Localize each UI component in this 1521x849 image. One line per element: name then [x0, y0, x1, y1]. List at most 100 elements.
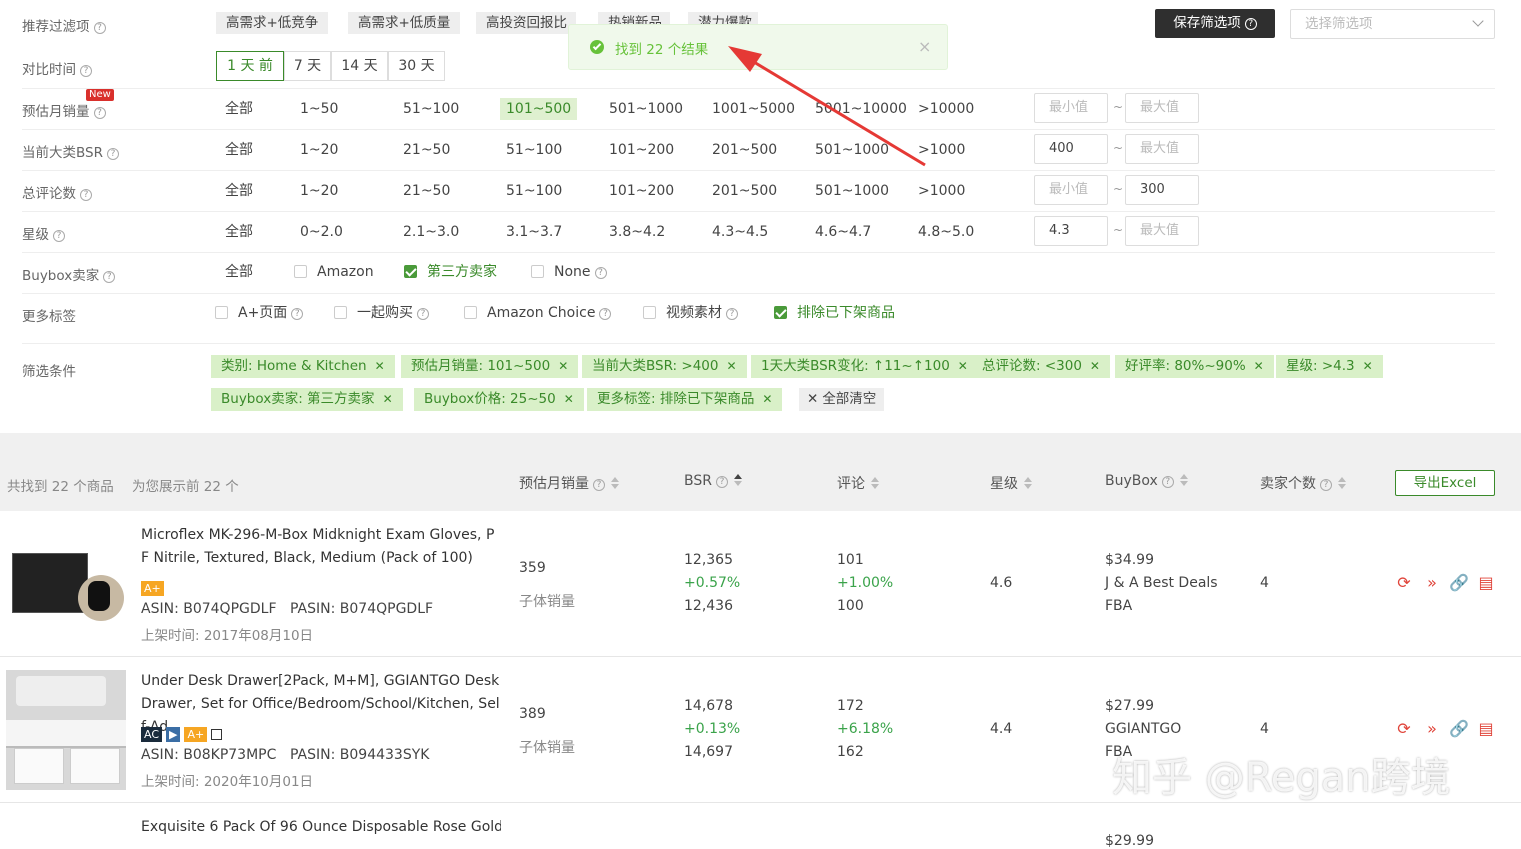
bsr-max-input[interactable]: 最大值 [1125, 134, 1199, 164]
compare-1-day[interactable]: 1 天 前 [216, 51, 284, 81]
bsr-option[interactable]: 1~20 [300, 139, 338, 161]
compare-30-days[interactable]: 30 天 [388, 51, 445, 81]
double-chevron-right-icon[interactable]: » [1423, 574, 1441, 592]
tag-amazon-choice-checkbox[interactable]: Amazon Choice? [464, 302, 612, 324]
sort-icon[interactable] [1179, 474, 1188, 486]
compare-7-days[interactable]: 7 天 [284, 51, 331, 81]
asin[interactable]: ASIN: B074QPGDLF [141, 601, 277, 617]
buybox-column-header[interactable]: BuyBox? [1105, 473, 1188, 489]
tag-video-checkbox[interactable]: 视频素材? [643, 302, 738, 324]
bsr-option-all[interactable]: 全部 [225, 139, 253, 161]
rating-option[interactable]: 4.3~4.5 [712, 221, 768, 243]
reviews-option-all[interactable]: 全部 [225, 180, 253, 202]
pasin[interactable]: PASIN: B074QPGDLF [290, 601, 433, 617]
condition-tag[interactable]: 1天大类BSR变化: ↑11~↑100 ✕ [751, 355, 978, 378]
rating-option[interactable]: 3.1~3.7 [506, 221, 562, 243]
table-row[interactable]: Exquisite 6 Pack Of 96 Ounce Disposable … [0, 803, 1521, 849]
sort-icon[interactable] [733, 474, 742, 486]
sales-option-all[interactable]: 全部 [225, 98, 253, 120]
condition-tag[interactable]: 好评率: 80%~90% ✕ [1115, 355, 1274, 378]
refresh-icon[interactable]: ⟳ [1395, 720, 1413, 738]
report-icon[interactable]: ▤ [1477, 720, 1495, 738]
close-icon[interactable]: ✕ [726, 359, 736, 373]
asin[interactable]: ASIN: B08KP73MPC [141, 747, 276, 763]
refresh-icon[interactable]: ⟳ [1395, 574, 1413, 592]
sales-min-input[interactable]: 最小值 [1034, 93, 1108, 123]
save-filter-button[interactable]: 保存筛选项? [1155, 9, 1275, 38]
double-chevron-right-icon[interactable]: » [1423, 720, 1441, 738]
reviews-option[interactable]: 51~100 [506, 180, 562, 202]
preset-high-demand-low-competition[interactable]: 高需求+低竞争 [216, 12, 329, 34]
close-icon[interactable]: ✕ [762, 392, 772, 406]
table-row[interactable]: Microflex MK-296-M-Box Midknight Exam Gl… [0, 511, 1521, 657]
buybox-seller[interactable]: J & A Best Deals [1105, 575, 1218, 591]
preset-high-roi[interactable]: 高投资回报比 [476, 12, 576, 34]
sales-max-input[interactable]: 最大值 [1125, 93, 1199, 123]
close-icon[interactable]: ✕ [1254, 359, 1264, 373]
sales-option[interactable]: 501~1000 [609, 98, 683, 120]
reviews-max-input[interactable]: 300 [1125, 175, 1199, 205]
link-icon[interactable]: 🔗 [1449, 720, 1469, 738]
export-excel-button[interactable]: 导出Excel [1395, 470, 1495, 496]
buybox-third-party-checkbox[interactable]: 第三方卖家 [404, 261, 497, 283]
condition-tag[interactable]: 预估月销量: 101~500 ✕ [401, 355, 579, 378]
child-sales-label[interactable]: 子体销量 [519, 591, 575, 611]
rating-option[interactable]: 3.8~4.2 [609, 221, 665, 243]
rating-max-input[interactable]: 最大值 [1125, 216, 1199, 246]
reviews-option[interactable]: >1000 [918, 180, 965, 202]
tag-bought-together-checkbox[interactable]: 一起购买? [334, 302, 429, 324]
sellers-count[interactable]: 4 [1260, 721, 1269, 737]
close-icon[interactable]: ✕ [958, 359, 968, 373]
close-icon[interactable]: ✕ [564, 392, 574, 406]
condition-tag[interactable]: 类别: Home & Kitchen ✕ [211, 355, 395, 378]
sellers-column-header[interactable]: 卖家个数? [1260, 473, 1346, 493]
rating-option[interactable]: 4.8~5.0 [918, 221, 974, 243]
product-image[interactable] [6, 670, 126, 790]
bsr-option[interactable]: 51~100 [506, 139, 562, 161]
sales-column-header[interactable]: 预估月销量? [519, 473, 619, 493]
close-icon[interactable]: ✕ [1363, 359, 1373, 373]
close-icon[interactable]: ✕ [558, 359, 568, 373]
bsr-option[interactable]: 101~200 [609, 139, 674, 161]
close-icon[interactable]: ✕ [375, 359, 385, 373]
compare-14-days[interactable]: 14 天 [331, 51, 388, 81]
rating-min-input[interactable]: 4.3 [1034, 216, 1108, 246]
bsr-option[interactable]: 21~50 [403, 139, 450, 161]
condition-tag[interactable]: 当前大类BSR: >400 ✕ [582, 355, 747, 378]
sales-option[interactable]: 51~100 [403, 98, 459, 120]
child-sales-label[interactable]: 子体销量 [519, 737, 575, 757]
sort-icon[interactable] [871, 477, 879, 489]
reviews-option[interactable]: 1~20 [300, 180, 338, 202]
sort-icon[interactable] [1024, 477, 1032, 489]
close-icon[interactable]: ✕ [383, 392, 393, 406]
reviews-min-input[interactable]: 最小值 [1034, 175, 1108, 205]
sales-option[interactable]: 1~50 [300, 98, 338, 120]
condition-tag[interactable]: 星级: >4.3 ✕ [1276, 355, 1383, 378]
tag-a-plus-checkbox[interactable]: A+页面? [215, 302, 304, 324]
product-title[interactable]: Exquisite 6 Pack Of 96 Ounce Disposable … [141, 816, 501, 839]
buybox-option-all[interactable]: 全部 [225, 261, 253, 283]
rating-option[interactable]: 4.6~4.7 [815, 221, 871, 243]
close-icon[interactable]: ✕ [1090, 359, 1100, 373]
reviews-option[interactable]: 101~200 [609, 180, 674, 202]
condition-tag[interactable]: 总评论数: <300 ✕ [972, 355, 1110, 378]
sort-icon[interactable] [611, 477, 619, 489]
link-icon[interactable]: 🔗 [1449, 574, 1469, 592]
clear-all-button[interactable]: ✕ 全部清空 [799, 388, 885, 411]
product-title[interactable]: Microflex MK-296-M-Box Midknight Exam Gl… [141, 524, 501, 570]
rating-option[interactable]: 0~2.0 [300, 221, 343, 243]
pasin[interactable]: PASIN: B094433SYK [290, 747, 429, 763]
sort-icon[interactable] [1338, 477, 1346, 489]
report-icon[interactable]: ▤ [1477, 574, 1495, 592]
filter-select[interactable]: 选择筛选项 [1290, 9, 1495, 39]
tag-exclude-delisted-checkbox[interactable]: 排除已下架商品 [774, 302, 895, 324]
condition-tag[interactable]: Buybox卖家: 第三方卖家 ✕ [211, 388, 403, 411]
reviews-option[interactable]: 501~1000 [815, 180, 889, 202]
buybox-none-checkbox[interactable]: None? [531, 261, 607, 283]
reviews-option[interactable]: 201~500 [712, 180, 777, 202]
reviews-column-header[interactable]: 评论 [837, 473, 879, 493]
buybox-amazon-checkbox[interactable]: Amazon [294, 261, 374, 283]
sellers-count[interactable]: 4 [1260, 575, 1269, 591]
rating-option-all[interactable]: 全部 [225, 221, 253, 243]
buybox-seller[interactable]: GGIANTGO [1105, 721, 1181, 737]
